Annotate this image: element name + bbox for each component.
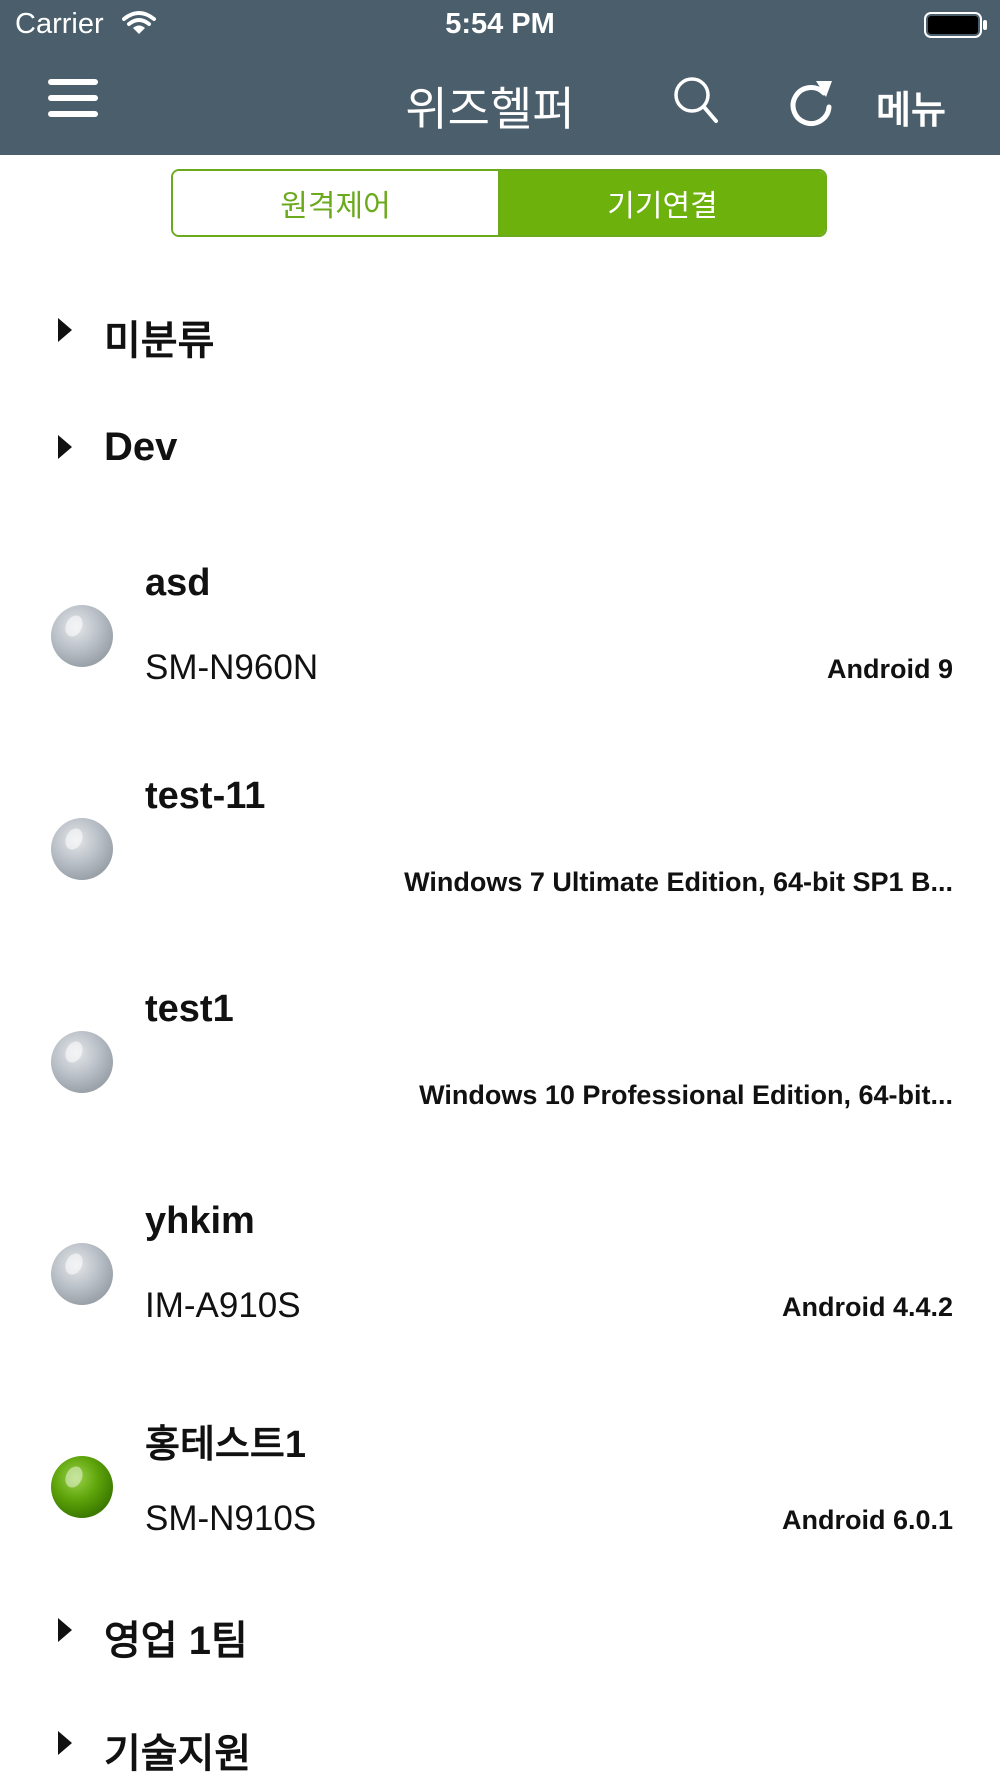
group-row-sales-team-1[interactable]: 영업 1팀 — [0, 1596, 1000, 1666]
online-status-icon — [51, 1456, 113, 1518]
app-header: Carrier 5:54 PM 위즈헬퍼 메뉴 — [0, 0, 1000, 155]
expand-triangle-icon — [58, 1618, 72, 1642]
device-name: test-11 — [145, 775, 266, 817]
group-label: 기술지원 — [104, 1732, 252, 1776]
tab-device-connect[interactable]: 기기연결 — [500, 171, 825, 235]
segmented-control: 원격제어 기기연결 — [171, 169, 827, 237]
offline-status-icon — [51, 605, 113, 667]
page-title: 위즈헬퍼 — [405, 83, 575, 135]
expand-triangle-icon — [58, 318, 72, 342]
device-os: Android 4.4.2 — [781, 1292, 953, 1322]
device-row[interactable]: test-11 Windows 7 Ultimate Edition, 64-b… — [0, 775, 1000, 975]
device-model: IM-A910S — [145, 1286, 301, 1325]
device-row[interactable]: asd SM-N960N Android 9 — [0, 562, 1000, 762]
offline-status-icon — [51, 1243, 113, 1305]
device-os: Android 6.0.1 — [781, 1505, 953, 1535]
menu-button[interactable]: 메뉴 — [876, 79, 946, 134]
device-row[interactable]: 홍테스트1 SM-N910S Android 6.0.1 — [0, 1413, 1000, 1613]
group-row-tech-support[interactable]: 기술지원 — [0, 1709, 1000, 1779]
status-bar: Carrier 5:54 PM — [0, 0, 1000, 50]
device-os: Windows 10 Professional Edition, 64-bit.… — [419, 1080, 953, 1110]
offline-status-icon — [51, 1031, 113, 1093]
refresh-icon[interactable] — [786, 75, 838, 134]
expand-triangle-icon — [58, 1731, 72, 1755]
group-row-dev[interactable]: Dev — [0, 413, 1000, 483]
device-name: test1 — [145, 988, 234, 1030]
device-os: Windows 7 Ultimate Edition, 64-bit SP1 B… — [404, 867, 953, 897]
nav-bar: 위즈헬퍼 메뉴 — [0, 55, 1000, 155]
hamburger-menu-icon[interactable] — [42, 75, 104, 125]
group-row-uncategorized[interactable]: 미분류 — [0, 296, 1000, 366]
search-icon[interactable] — [672, 75, 720, 130]
group-label: 미분류 — [104, 319, 215, 363]
status-time: 5:54 PM — [445, 8, 555, 40]
offline-status-icon — [51, 818, 113, 880]
tab-remote-control[interactable]: 원격제어 — [173, 171, 500, 235]
group-label: 영업 1팀 — [104, 1619, 248, 1663]
device-model: SM-N960N — [145, 648, 319, 687]
device-row[interactable]: yhkim IM-A910S Android 4.4.2 — [0, 1200, 1000, 1400]
device-model: SM-N910S — [145, 1499, 317, 1538]
device-name: yhkim — [145, 1200, 255, 1242]
device-name: asd — [145, 562, 211, 604]
device-name: 홍테스트1 — [145, 1424, 306, 1466]
device-os: Android 9 — [827, 654, 953, 684]
device-row[interactable]: test1 Windows 10 Professional Edition, 6… — [0, 988, 1000, 1188]
expand-triangle-icon — [58, 435, 72, 459]
battery-icon — [924, 11, 988, 44]
group-label: Dev — [104, 425, 178, 469]
